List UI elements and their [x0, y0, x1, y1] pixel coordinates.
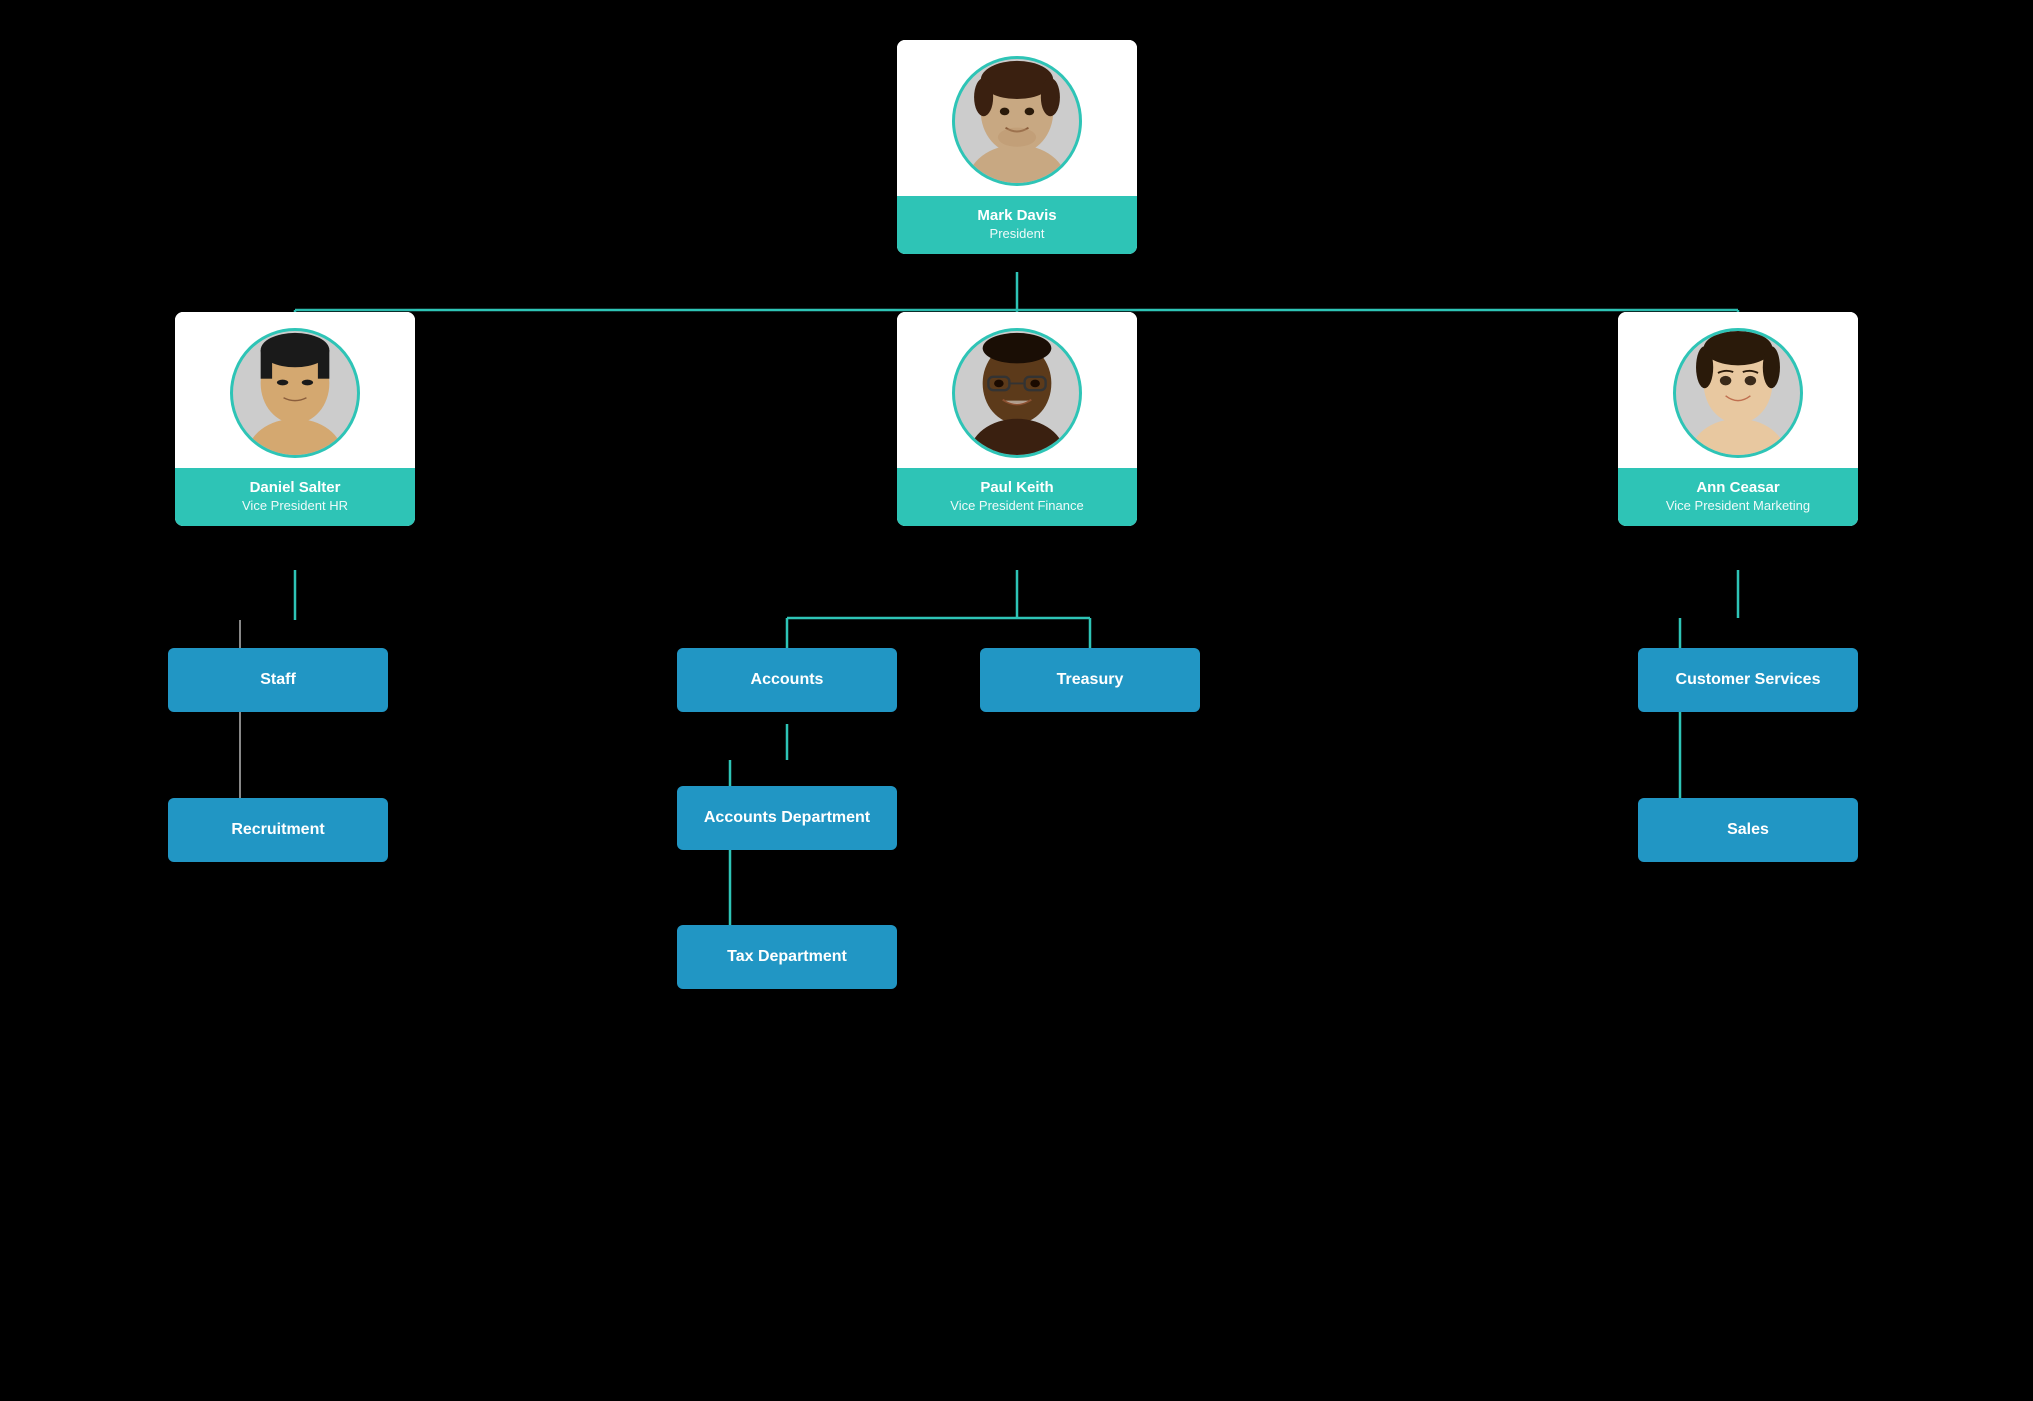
vp-finance-name: Paul Keith [905, 478, 1129, 498]
vp-marketing-footer: Ann Ceasar Vice President Marketing [1618, 468, 1858, 526]
customer-services-dept: Customer Services [1638, 648, 1858, 712]
vp-hr-title: Vice President HR [183, 498, 407, 515]
recruitment-dept: Recruitment [168, 798, 388, 862]
president-avatar [952, 56, 1082, 186]
vp-finance-title: Vice President Finance [905, 498, 1129, 515]
treasury-dept: Treasury [980, 648, 1200, 712]
president-card: Mark Davis President [897, 40, 1137, 254]
vp-marketing-name: Ann Ceasar [1626, 478, 1850, 498]
vp-marketing-title: Vice President Marketing [1626, 498, 1850, 515]
president-footer: Mark Davis President [897, 196, 1137, 254]
vp-finance-footer: Paul Keith Vice President Finance [897, 468, 1137, 526]
vp-finance-card: Paul Keith Vice President Finance [897, 312, 1137, 526]
recruitment-label: Recruitment [231, 821, 324, 839]
vp-hr-avatar-wrap [175, 312, 415, 458]
accounts-department-dept: Accounts Department [677, 786, 897, 850]
vp-finance-avatar-wrap [897, 312, 1137, 458]
tax-dept: Tax Department [677, 925, 897, 989]
vp-hr-card: Daniel Salter Vice President HR [175, 312, 415, 526]
accounts-dept-label: Accounts Department [704, 809, 870, 827]
vp-marketing-avatar-wrap [1618, 312, 1858, 458]
vp-finance-avatar [952, 328, 1082, 458]
president-name: Mark Davis [905, 206, 1129, 226]
tax-dept-label: Tax Department [727, 948, 847, 966]
sales-label: Sales [1727, 821, 1769, 839]
vp-hr-avatar [230, 328, 360, 458]
sales-dept: Sales [1638, 798, 1858, 862]
customer-services-label: Customer Services [1676, 671, 1821, 689]
vp-marketing-card: Ann Ceasar Vice President Marketing [1618, 312, 1858, 526]
accounts-dept: Accounts [677, 648, 897, 712]
vp-hr-name: Daniel Salter [183, 478, 407, 498]
treasury-label: Treasury [1057, 671, 1124, 689]
vp-hr-footer: Daniel Salter Vice President HR [175, 468, 415, 526]
staff-label: Staff [260, 671, 296, 689]
org-chart: Mark Davis President [0, 0, 2033, 1401]
president-avatar-wrap [897, 40, 1137, 186]
accounts-label: Accounts [751, 671, 824, 689]
president-title: President [905, 226, 1129, 243]
vp-marketing-avatar [1673, 328, 1803, 458]
staff-dept: Staff [168, 648, 388, 712]
